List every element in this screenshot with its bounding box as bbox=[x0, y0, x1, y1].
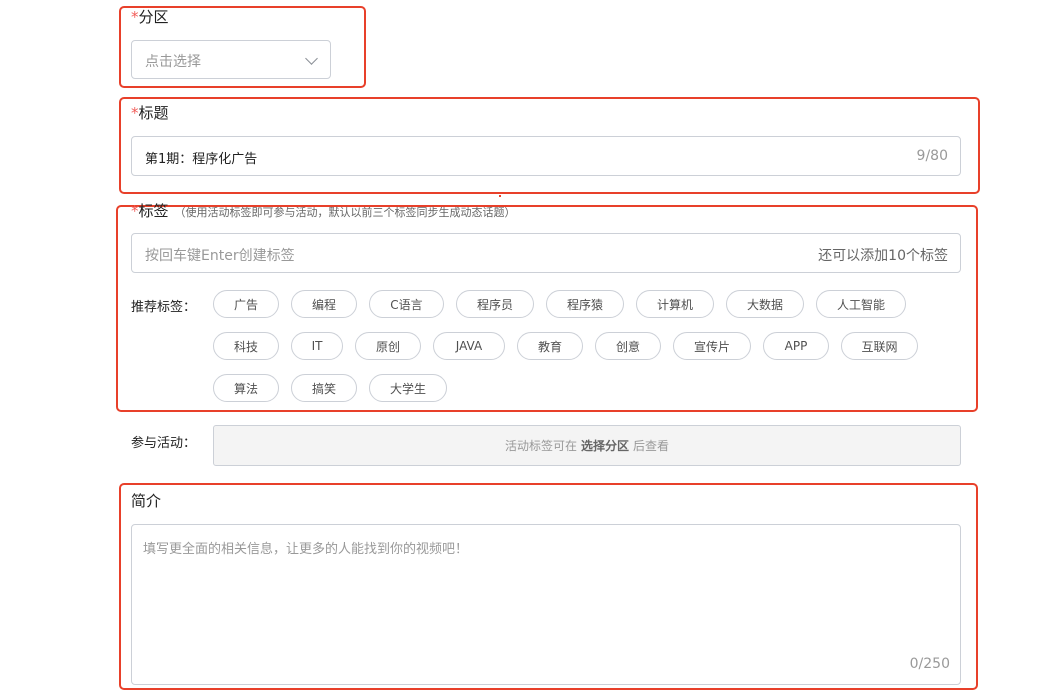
activity-label: 参与活动： bbox=[131, 436, 197, 451]
recommended-tag[interactable]: 广告 bbox=[213, 290, 279, 318]
recommend-tags-label: 推荐标签： bbox=[131, 300, 197, 315]
tags-hint: （使用活动标签即可参与活动，默认以前三个标签同步生成动态话题） bbox=[174, 206, 516, 219]
title-label: *标题 bbox=[131, 104, 169, 122]
partition-placeholder: 点击选择 bbox=[145, 54, 201, 70]
recommended-tag[interactable]: APP bbox=[763, 332, 829, 360]
title-count: 9/80 bbox=[916, 148, 948, 164]
tags-remaining: 还可以添加10个标签 bbox=[818, 248, 948, 264]
recommended-tag[interactable]: 互联网 bbox=[841, 332, 918, 360]
required-star: * bbox=[131, 202, 139, 220]
tag-input[interactable]: 按回车键Enter创建标签 还可以添加10个标签 bbox=[131, 233, 961, 273]
recommended-tag[interactable]: 搞笑 bbox=[291, 374, 357, 402]
intro-placeholder: 填写更全面的相关信息，让更多的人能找到你的视频吧！ bbox=[143, 542, 469, 557]
recommended-tag[interactable]: 程序员 bbox=[456, 290, 534, 318]
recommended-tag[interactable]: 人工智能 bbox=[816, 290, 906, 318]
activity-text-bold: 选择分区 bbox=[580, 439, 629, 453]
required-star: * bbox=[131, 104, 139, 122]
recommended-tag[interactable]: 教育 bbox=[517, 332, 583, 360]
recommended-tag[interactable]: JAVA bbox=[433, 332, 505, 360]
required-star: * bbox=[131, 8, 139, 26]
intro-textarea[interactable]: 填写更全面的相关信息，让更多的人能找到你的视频吧！ 0/250 bbox=[131, 524, 961, 685]
recommended-tag[interactable]: 科技 bbox=[213, 332, 279, 360]
partition-select[interactable]: 点击选择 bbox=[131, 40, 331, 79]
partition-label: *分区 bbox=[131, 8, 169, 26]
recommended-tag[interactable]: C语言 bbox=[369, 290, 444, 318]
recommended-tag[interactable]: 宣传片 bbox=[673, 332, 751, 360]
decorative-dot bbox=[499, 195, 501, 197]
recommended-tag[interactable]: 大数据 bbox=[726, 290, 804, 318]
title-input[interactable]: 第1期：程序化广告 9/80 bbox=[131, 136, 961, 176]
tag-input-placeholder: 按回车键Enter创建标签 bbox=[145, 248, 295, 264]
recommended-tag[interactable]: 大学生 bbox=[369, 374, 447, 402]
activity-selector[interactable]: 活动标签可在 选择分区 后查看 bbox=[213, 425, 961, 466]
intro-count: 0/250 bbox=[909, 656, 950, 672]
activity-text-before: 活动标签可在 bbox=[504, 439, 577, 453]
recommended-tag[interactable]: 创意 bbox=[595, 332, 661, 360]
activity-text-after: 后查看 bbox=[633, 439, 670, 453]
recommended-tag[interactable]: 算法 bbox=[213, 374, 279, 402]
recommended-tag[interactable]: 编程 bbox=[291, 290, 357, 318]
tags-label: *标签 （使用活动标签即可参与活动，默认以前三个标签同步生成动态话题） bbox=[131, 202, 516, 220]
recommended-tag[interactable]: IT bbox=[291, 332, 343, 360]
recommended-tag[interactable]: 计算机 bbox=[636, 290, 714, 318]
recommended-tag[interactable]: 原创 bbox=[355, 332, 421, 360]
intro-label: 简介 bbox=[131, 492, 162, 510]
title-value: 第1期：程序化广告 bbox=[145, 152, 258, 167]
chevron-down-icon bbox=[305, 52, 318, 65]
recommended-tag[interactable]: 程序猿 bbox=[546, 290, 624, 318]
